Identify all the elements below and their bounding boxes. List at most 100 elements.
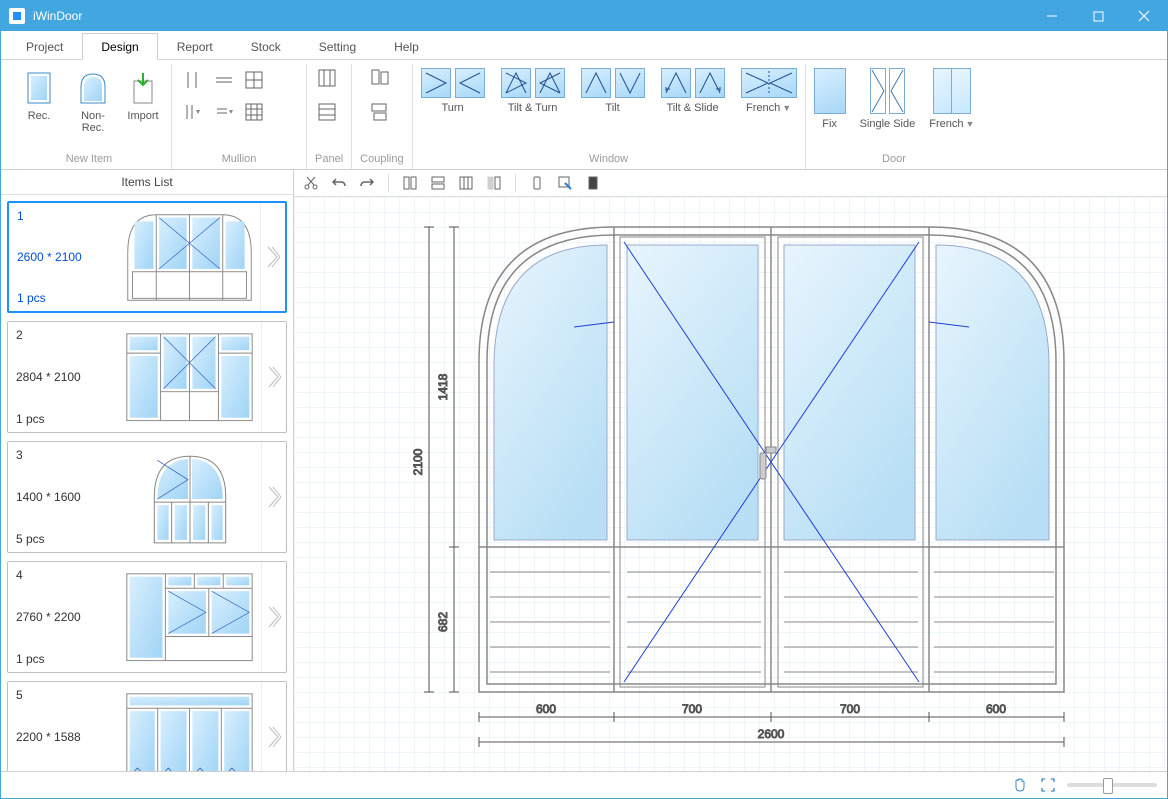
svg-text:2600: 2600 bbox=[758, 727, 785, 741]
svg-text:1418: 1418 bbox=[436, 373, 450, 400]
item-dims: 2600 * 2100 bbox=[17, 250, 111, 264]
door-french-button[interactable]: French▼ bbox=[929, 68, 974, 130]
tab-report[interactable]: Report bbox=[158, 33, 232, 59]
door-single-button[interactable]: Single Side bbox=[860, 68, 916, 130]
expand-icon[interactable] bbox=[260, 203, 285, 311]
svg-text:700: 700 bbox=[682, 702, 702, 716]
door-fix-button[interactable]: Fix bbox=[814, 68, 846, 130]
mullion-vert-icon[interactable] bbox=[180, 68, 204, 92]
zoom-slider[interactable] bbox=[1067, 783, 1157, 787]
turn-left-icon bbox=[421, 68, 451, 98]
statusbar bbox=[1, 771, 1167, 798]
group-new-item: Rec. Non-Rec. Import New Item bbox=[7, 64, 172, 169]
item-row[interactable]: 3 1400 * 1600 5 pcs bbox=[7, 441, 287, 553]
tilt-turn-left-icon bbox=[501, 68, 531, 98]
french-window-icon bbox=[741, 68, 797, 98]
expand-icon[interactable] bbox=[261, 322, 286, 432]
item-qty: 1 pcs bbox=[17, 291, 111, 305]
tab-help[interactable]: Help bbox=[375, 33, 438, 59]
door-single-left-icon bbox=[870, 68, 886, 114]
minimize-button[interactable] bbox=[1029, 1, 1075, 31]
tab-stock[interactable]: Stock bbox=[232, 33, 300, 59]
item-qty: 1 pcs bbox=[16, 412, 110, 426]
item-thumbnail bbox=[118, 442, 261, 552]
door-single-right-icon bbox=[889, 68, 905, 114]
tool-fill-icon[interactable] bbox=[584, 174, 602, 192]
pan-hand-icon[interactable] bbox=[1011, 776, 1029, 794]
panel-icon-2[interactable] bbox=[317, 102, 341, 126]
item-dims: 1400 * 1600 bbox=[16, 490, 110, 504]
arch-window-icon bbox=[75, 70, 111, 106]
turn-right-icon bbox=[455, 68, 485, 98]
align-horiz-icon[interactable] bbox=[429, 174, 447, 192]
close-button[interactable] bbox=[1121, 1, 1167, 31]
new-nonrec-button[interactable]: Non-Rec. bbox=[69, 68, 117, 136]
items-list: 1 2600 * 2100 1 pcs 2 2804 * 2100 1 pcs bbox=[1, 195, 293, 771]
expand-icon[interactable] bbox=[261, 442, 286, 552]
item-thumbnail bbox=[118, 562, 261, 672]
drawing-canvas[interactable]: 2100 1418 682 600 700 700 600 2 bbox=[294, 197, 1167, 771]
chevron-down-icon: ▼ bbox=[965, 119, 974, 129]
import-icon bbox=[125, 70, 161, 106]
item-number: 5 bbox=[16, 688, 110, 702]
tab-setting[interactable]: Setting bbox=[300, 33, 375, 59]
group-mullion: Mullion bbox=[172, 64, 307, 169]
rectangle-window-icon bbox=[21, 70, 57, 106]
align-grid-icon[interactable] bbox=[457, 174, 475, 192]
new-rec-button[interactable]: Rec. bbox=[15, 68, 63, 124]
item-number: 1 bbox=[17, 209, 111, 223]
cut-icon[interactable] bbox=[302, 174, 320, 192]
group-door: Fix Single Side French▼ Door bbox=[806, 64, 983, 169]
mullion-dropdown-2[interactable] bbox=[212, 100, 236, 124]
item-dims: 2200 * 1588 bbox=[16, 730, 110, 744]
menubar: Project Design Report Stock Setting Help bbox=[1, 31, 1167, 60]
window-french-button[interactable]: French▼ bbox=[741, 68, 797, 114]
item-number: 3 bbox=[16, 448, 110, 462]
door-fix-icon bbox=[814, 68, 846, 114]
panel-icon-1[interactable] bbox=[317, 68, 341, 92]
mullion-dropdown-1[interactable] bbox=[180, 100, 204, 124]
grid-3x3-icon[interactable] bbox=[242, 100, 266, 124]
fit-screen-icon[interactable] bbox=[1039, 776, 1057, 794]
item-row[interactable]: 5 2200 * 1588 3 pcs bbox=[7, 681, 287, 771]
tool-mobile-icon[interactable] bbox=[528, 174, 546, 192]
item-number: 2 bbox=[16, 328, 110, 342]
expand-icon[interactable] bbox=[261, 682, 286, 771]
item-dims: 2804 * 2100 bbox=[16, 370, 110, 384]
window-tilt-button[interactable]: Tilt bbox=[581, 68, 645, 114]
group-coupling: Coupling bbox=[352, 64, 412, 169]
item-row[interactable]: 2 2804 * 2100 1 pcs bbox=[7, 321, 287, 433]
zoom-knob[interactable] bbox=[1103, 778, 1113, 794]
maximize-button[interactable] bbox=[1075, 1, 1121, 31]
svg-text:700: 700 bbox=[840, 702, 860, 716]
redo-icon[interactable] bbox=[358, 174, 376, 192]
door-french-icon bbox=[933, 68, 971, 114]
tilt-slide-left-icon bbox=[661, 68, 691, 98]
expand-icon[interactable] bbox=[261, 562, 286, 672]
item-dims: 2760 * 2200 bbox=[16, 610, 110, 624]
tool-edit-icon[interactable] bbox=[556, 174, 574, 192]
group-panel: Panel bbox=[307, 64, 352, 169]
item-row[interactable]: 1 2600 * 2100 1 pcs bbox=[7, 201, 287, 313]
tab-design[interactable]: Design bbox=[82, 33, 157, 60]
import-button[interactable]: Import bbox=[123, 68, 163, 124]
undo-icon[interactable] bbox=[330, 174, 348, 192]
window-turn-button[interactable]: Turn bbox=[421, 68, 485, 114]
window-tilt-slide-button[interactable]: Tilt & Slide bbox=[661, 68, 725, 114]
align-vert-icon[interactable] bbox=[401, 174, 419, 192]
canvas-toolbar bbox=[294, 170, 1167, 197]
grid-2x2-icon[interactable] bbox=[242, 68, 266, 92]
align-split-icon[interactable] bbox=[485, 174, 503, 192]
item-qty: 1 pcs bbox=[16, 652, 110, 666]
coupling-icon-2[interactable] bbox=[370, 102, 394, 126]
item-row[interactable]: 4 2760 * 2200 1 pcs bbox=[7, 561, 287, 673]
tilt-down-icon bbox=[615, 68, 645, 98]
svg-text:682: 682 bbox=[436, 612, 450, 632]
tab-project[interactable]: Project bbox=[7, 33, 82, 59]
tilt-turn-right-icon bbox=[535, 68, 565, 98]
coupling-icon-1[interactable] bbox=[370, 68, 394, 92]
tilt-up-icon bbox=[581, 68, 611, 98]
mullion-horiz-icon[interactable] bbox=[212, 68, 236, 92]
group-window: Turn Tilt & Turn Tilt bbox=[413, 64, 806, 169]
window-tilt-turn-button[interactable]: Tilt & Turn bbox=[501, 68, 565, 114]
